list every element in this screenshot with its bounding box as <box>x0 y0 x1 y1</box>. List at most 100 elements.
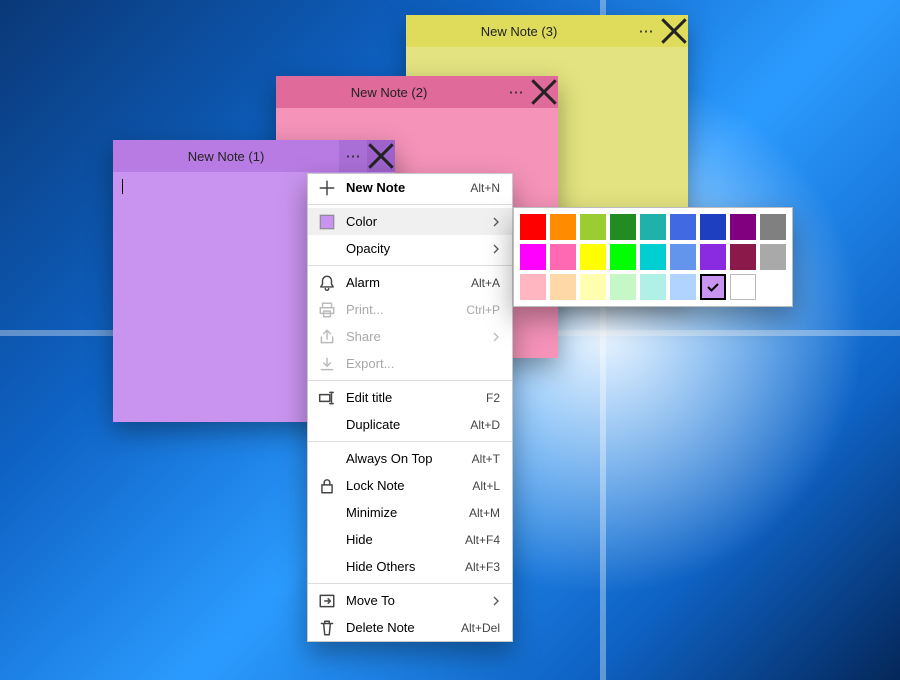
lock-icon <box>318 477 336 495</box>
color-swatch[interactable] <box>640 214 666 240</box>
menu-separator <box>308 583 512 584</box>
close-icon[interactable] <box>660 15 688 47</box>
color-swatch[interactable] <box>730 274 756 300</box>
color-swatch[interactable] <box>520 214 546 240</box>
color-swatch[interactable] <box>670 274 696 300</box>
menu-item-move-to[interactable]: Move To <box>308 587 512 614</box>
menu-item-hide[interactable]: Hide Alt+F4 <box>308 526 512 553</box>
color-icon <box>318 213 336 231</box>
color-swatch[interactable] <box>640 244 666 270</box>
more-icon[interactable]: ⋯ <box>502 76 530 108</box>
blank-icon <box>318 450 336 468</box>
chevron-right-icon <box>492 332 500 342</box>
menu-item-label: Lock Note <box>346 478 462 493</box>
menu-item-opacity[interactable]: Opacity <box>308 235 512 262</box>
chevron-right-icon <box>492 217 500 227</box>
menu-item-hide-others[interactable]: Hide Others Alt+F3 <box>308 553 512 580</box>
menu-separator <box>308 441 512 442</box>
blank-icon <box>318 558 336 576</box>
menu-item-lock-note[interactable]: Lock Note Alt+L <box>308 472 512 499</box>
menu-item-label: Alarm <box>346 275 461 290</box>
rename-icon <box>318 389 336 407</box>
menu-item-shortcut: Alt+Del <box>461 621 500 635</box>
menu-separator <box>308 204 512 205</box>
close-icon[interactable] <box>367 140 395 172</box>
menu-item-label: Print... <box>346 302 456 317</box>
menu-item-edit-title[interactable]: Edit title F2 <box>308 384 512 411</box>
menu-item-label: Edit title <box>346 390 476 405</box>
close-icon[interactable] <box>530 76 558 108</box>
menu-item-label: Always On Top <box>346 451 462 466</box>
menu-item-shortcut: Alt+A <box>471 276 500 290</box>
note-title: New Note (3) <box>406 24 632 39</box>
color-swatch[interactable] <box>700 274 726 300</box>
chevron-right-icon <box>492 244 500 254</box>
print-icon <box>318 301 336 319</box>
color-swatch[interactable] <box>640 274 666 300</box>
color-swatch[interactable] <box>700 214 726 240</box>
menu-item-always-on-top[interactable]: Always On Top Alt+T <box>308 445 512 472</box>
color-swatch[interactable] <box>760 244 786 270</box>
color-swatch[interactable] <box>730 244 756 270</box>
chevron-right-icon <box>492 596 500 606</box>
menu-item-shortcut: F2 <box>486 391 500 405</box>
note-title: New Note (1) <box>113 149 339 164</box>
blank-icon <box>318 240 336 258</box>
color-swatch[interactable] <box>580 214 606 240</box>
color-swatch[interactable] <box>700 244 726 270</box>
blank-icon <box>318 504 336 522</box>
menu-item-shortcut: Alt+N <box>470 181 500 195</box>
menu-item-label: Export... <box>346 356 500 371</box>
color-swatch[interactable] <box>760 214 786 240</box>
color-swatch[interactable] <box>610 214 636 240</box>
bell-icon <box>318 274 336 292</box>
more-icon[interactable]: ⋯ <box>632 15 660 47</box>
menu-item-delete-note[interactable]: Delete Note Alt+Del <box>308 614 512 641</box>
menu-item-label: Minimize <box>346 505 459 520</box>
color-swatch[interactable] <box>550 274 576 300</box>
menu-item-shortcut: Alt+D <box>470 418 500 432</box>
menu-item-share: Share <box>308 323 512 350</box>
color-swatch[interactable] <box>670 214 696 240</box>
moveto-icon <box>318 592 336 610</box>
share-icon <box>318 328 336 346</box>
menu-item-color[interactable]: Color <box>308 208 512 235</box>
menu-item-shortcut: Alt+T <box>472 452 500 466</box>
color-swatch[interactable] <box>520 244 546 270</box>
menu-item-label: Duplicate <box>346 417 460 432</box>
color-swatch[interactable] <box>520 274 546 300</box>
trash-icon <box>318 619 336 637</box>
color-swatch[interactable] <box>610 244 636 270</box>
menu-item-shortcut: Alt+F4 <box>465 533 500 547</box>
color-swatch[interactable] <box>580 244 606 270</box>
menu-item-shortcut: Alt+L <box>472 479 500 493</box>
menu-item-shortcut: Alt+M <box>469 506 500 520</box>
menu-item-duplicate[interactable]: Duplicate Alt+D <box>308 411 512 438</box>
menu-item-new-note[interactable]: New Note Alt+N <box>308 174 512 201</box>
menu-item-export: Export... <box>308 350 512 377</box>
plus-icon <box>318 179 336 197</box>
color-swatch[interactable] <box>550 214 576 240</box>
menu-item-label: Hide Others <box>346 559 455 574</box>
menu-item-label: Delete Note <box>346 620 451 635</box>
menu-item-label: Move To <box>346 593 482 608</box>
menu-item-alarm[interactable]: Alarm Alt+A <box>308 269 512 296</box>
color-swatch[interactable] <box>730 214 756 240</box>
menu-item-label: Hide <box>346 532 455 547</box>
menu-item-label: Color <box>346 214 482 229</box>
blank-icon <box>318 416 336 434</box>
color-swatch[interactable] <box>580 274 606 300</box>
more-icon[interactable]: ⋯ <box>339 140 367 172</box>
blank-icon <box>318 531 336 549</box>
menu-item-label: Opacity <box>346 241 482 256</box>
menu-item-shortcut: Alt+F3 <box>465 560 500 574</box>
color-picker <box>513 207 793 307</box>
menu-item-shortcut: Ctrl+P <box>466 303 500 317</box>
color-swatch[interactable] <box>550 244 576 270</box>
color-swatch[interactable] <box>670 244 696 270</box>
menu-item-print: Print... Ctrl+P <box>308 296 512 323</box>
menu-item-minimize[interactable]: Minimize Alt+M <box>308 499 512 526</box>
color-swatch[interactable] <box>610 274 636 300</box>
menu-item-label: New Note <box>346 180 460 195</box>
menu-item-label: Share <box>346 329 482 344</box>
